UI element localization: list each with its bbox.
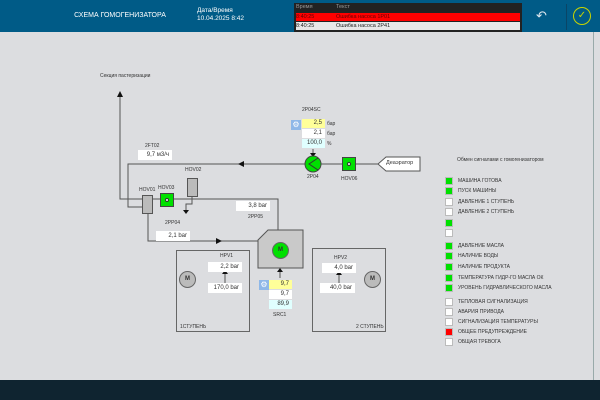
signal-label: ДАВЛЕНИЕ 2 СТУПЕНЬ	[458, 209, 515, 215]
signal-indicator	[445, 328, 453, 336]
signal-label: ДАВЛЕНИЕ МАСЛА	[458, 243, 504, 249]
arrow-up-icon	[117, 91, 123, 97]
src1-value: 9,7	[269, 290, 292, 299]
hpv1-pressure-setpoint: 170,0 bar	[208, 283, 242, 293]
flow-tag: 2FT02	[145, 143, 160, 149]
pasteurization-label: Секция пастеризации	[100, 73, 151, 79]
main-motor-icon[interactable]: M	[272, 242, 289, 259]
signal-indicator	[445, 308, 453, 316]
src1-output: 89,9	[269, 300, 292, 309]
signal-label: МАШИНА ГОТОВА	[458, 178, 502, 184]
signal-label: НАЛИЧИЕ ПРОДУКТА	[458, 264, 510, 270]
gear-icon[interactable]: ⚙	[259, 280, 269, 290]
pump-2p04-icon	[304, 155, 322, 173]
unit: %	[327, 141, 332, 147]
hpv1-pressure: 2,2 bar	[208, 262, 242, 272]
signal-indicator	[445, 274, 453, 282]
hov01-label: HOV01	[139, 187, 156, 193]
signal-indicator	[445, 208, 453, 216]
hpv1-tag: HPV1	[220, 253, 234, 259]
pp04-value: 2,1 bar	[156, 231, 190, 241]
gear-icon[interactable]: ⚙	[291, 120, 301, 130]
pipe	[119, 92, 145, 200]
stage2-label: 2 СТУПЕНЬ	[356, 324, 384, 330]
deaerator-label[interactable]: Деаэратор	[386, 160, 413, 166]
stage1-label: 1СТУПЕНЬ	[180, 324, 207, 330]
signal-indicator	[445, 229, 453, 237]
unit: бар	[327, 131, 336, 137]
signals-title: Обмен сигналами с гомогенизатором	[457, 157, 544, 163]
signal-label: ПУСК МАШИНЫ	[458, 188, 497, 194]
pump-label: 2P04	[307, 174, 319, 180]
signal-indicator	[445, 252, 453, 260]
arrow-right-icon	[216, 238, 222, 244]
signal-label: АВАРИЯ ПРИВОДА	[458, 309, 504, 315]
check-valve-icon	[183, 210, 189, 214]
signal-indicator	[445, 177, 453, 185]
pp05-value: 3,8 bar	[236, 201, 270, 211]
signal-label: ТЕМПЕРАТУРА ГИДР-ГО МАСЛА ОК	[458, 275, 544, 281]
signal-indicator	[445, 263, 453, 271]
hov03-label: HOV03	[158, 185, 175, 191]
signal-indicator	[445, 187, 453, 195]
signal-label: УРОВЕНЬ ГИДРАВЛИЧЕСКОГО МАСЛА	[458, 285, 552, 291]
pump-setpoint-input[interactable]: 2,5	[302, 119, 325, 128]
valve-hov01[interactable]	[142, 195, 153, 214]
signal-indicator	[445, 298, 453, 306]
valve-hov02[interactable]	[187, 178, 198, 197]
arrow-left-icon	[238, 161, 244, 167]
signal-indicator	[445, 284, 453, 292]
signal-label: ОБЩЕЕ ПРЕДУПРЕЖДЕНИЕ	[458, 329, 527, 335]
signal-label: СИГНАЛИЗАЦИЯ ТЕМПЕРАТУРЫ	[458, 319, 538, 325]
pump-sc-tag: 2P04SC	[302, 107, 321, 113]
hov02-label: HOV02	[185, 167, 202, 173]
signal-label: НАЛИЧИЕ ВОДЫ	[458, 253, 499, 259]
pp04-tag: 2PP04	[165, 220, 181, 226]
signal-indicator	[445, 219, 453, 227]
unit: бар	[327, 121, 336, 127]
pump-pressure-value: 2,1	[302, 129, 325, 138]
hpv2-tag: HPV2	[334, 255, 348, 261]
hpv2-motor-icon[interactable]: M	[364, 271, 381, 288]
signal-label: ДАВЛЕНИЕ 1 СТУПЕНЬ	[458, 199, 515, 205]
src1-tag: SRC1	[273, 312, 287, 318]
signal-indicator	[445, 338, 453, 346]
hpv2-pressure-setpoint: 40,0 bar	[320, 283, 355, 293]
src1-setpoint-input[interactable]: 9,7	[269, 280, 292, 289]
signal-label: ОБЩАЯ ТРЕВОГА	[458, 339, 501, 345]
signal-indicator	[445, 242, 453, 250]
valve-hov03[interactable]	[160, 193, 174, 207]
hpv2-pressure: 4,0 bar	[322, 263, 356, 273]
signal-indicator	[445, 198, 453, 206]
pp05-tag: 2PP05	[248, 214, 264, 220]
signal-label: ТЕПЛОВАЯ СИГНАЛИЗАЦИЯ	[458, 299, 528, 305]
signal-indicator	[445, 318, 453, 326]
pump-speed-value: 100,0	[302, 139, 325, 148]
hpv1-motor-icon[interactable]: M	[179, 271, 196, 288]
valve-hov06[interactable]	[342, 157, 356, 171]
flow-value: 9,7 м3/ч	[138, 150, 172, 160]
hov06-label: HOV06	[341, 176, 358, 182]
